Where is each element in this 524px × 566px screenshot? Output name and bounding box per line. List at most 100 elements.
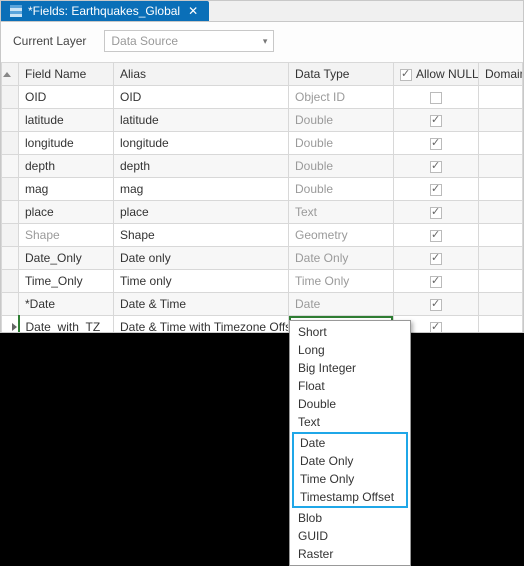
table-row[interactable]: depthdepthDouble: [2, 155, 523, 178]
table-row[interactable]: placeplaceText: [2, 201, 523, 224]
cell-field-name[interactable]: *Date: [19, 293, 114, 316]
datatype-option[interactable]: Text: [290, 413, 410, 431]
cell-domain[interactable]: [479, 270, 523, 293]
cell-field-name[interactable]: depth: [19, 155, 114, 178]
cell-data-type[interactable]: Double: [289, 109, 394, 132]
cell-alias[interactable]: Date & Time: [114, 293, 289, 316]
cell-allow-null[interactable]: [394, 270, 479, 293]
cell-field-name[interactable]: Time_Only: [19, 270, 114, 293]
row-header[interactable]: [2, 270, 19, 293]
checkbox[interactable]: [430, 138, 442, 150]
cell-domain[interactable]: [479, 224, 523, 247]
cell-alias[interactable]: Shape: [114, 224, 289, 247]
checkbox[interactable]: [430, 161, 442, 173]
row-header-corner[interactable]: [2, 63, 19, 86]
row-header[interactable]: [2, 316, 19, 333]
col-header-datatype[interactable]: Data Type: [289, 63, 394, 86]
cell-alias[interactable]: OID: [114, 86, 289, 109]
row-header[interactable]: [2, 109, 19, 132]
row-header[interactable]: [2, 224, 19, 247]
cell-allow-null[interactable]: [394, 224, 479, 247]
datatype-option[interactable]: Long: [290, 341, 410, 359]
cell-allow-null[interactable]: [394, 178, 479, 201]
table-row[interactable]: OIDOIDObject ID: [2, 86, 523, 109]
checkbox[interactable]: [430, 322, 442, 332]
cell-alias[interactable]: place: [114, 201, 289, 224]
cell-domain[interactable]: [479, 247, 523, 270]
cell-data-type[interactable]: Double: [289, 132, 394, 155]
row-header[interactable]: [2, 86, 19, 109]
table-row[interactable]: magmagDouble: [2, 178, 523, 201]
cell-field-name[interactable]: place: [19, 201, 114, 224]
datatype-option[interactable]: Date: [294, 434, 406, 452]
layer-select[interactable]: Data Source ▾: [104, 30, 274, 52]
cell-allow-null[interactable]: [394, 132, 479, 155]
checkbox[interactable]: [430, 253, 442, 265]
cell-field-name[interactable]: Shape: [19, 224, 114, 247]
table-row[interactable]: longitudelongitudeDouble: [2, 132, 523, 155]
cell-data-type[interactable]: Object ID: [289, 86, 394, 109]
cell-allow-null[interactable]: [394, 247, 479, 270]
tab-fields[interactable]: *Fields: Earthquakes_Global ✕: [1, 1, 209, 21]
datatype-option[interactable]: Blob: [290, 509, 410, 527]
cell-field-name[interactable]: longitude: [19, 132, 114, 155]
datatype-option[interactable]: Timestamp Offset: [294, 488, 406, 506]
cell-domain[interactable]: [479, 201, 523, 224]
row-header[interactable]: [2, 132, 19, 155]
datatype-dropdown[interactable]: ShortLongBig IntegerFloatDoubleText Date…: [289, 320, 411, 566]
cell-allow-null[interactable]: [394, 155, 479, 178]
datatype-option[interactable]: Time Only: [294, 470, 406, 488]
row-header[interactable]: [2, 293, 19, 316]
cell-data-type[interactable]: Double: [289, 178, 394, 201]
cell-alias[interactable]: depth: [114, 155, 289, 178]
col-header-domain[interactable]: Domain: [479, 63, 523, 86]
cell-field-name[interactable]: mag: [19, 178, 114, 201]
cell-alias[interactable]: Time only: [114, 270, 289, 293]
cell-alias[interactable]: Date & Time with Timezone Offset: [114, 316, 289, 333]
cell-data-type[interactable]: Time Only: [289, 270, 394, 293]
cell-data-type[interactable]: Geometry: [289, 224, 394, 247]
checkbox[interactable]: [430, 184, 442, 196]
cell-allow-null[interactable]: [394, 86, 479, 109]
cell-domain[interactable]: [479, 155, 523, 178]
cell-data-type[interactable]: Double: [289, 155, 394, 178]
datatype-option[interactable]: Date Only: [294, 452, 406, 470]
row-header[interactable]: [2, 247, 19, 270]
datatype-option[interactable]: Big Integer: [290, 359, 410, 377]
cell-field-name[interactable]: Date_with_TZ: [19, 316, 114, 333]
cell-domain[interactable]: [479, 86, 523, 109]
cell-field-name[interactable]: OID: [19, 86, 114, 109]
table-row[interactable]: latitudelatitudeDouble: [2, 109, 523, 132]
table-row[interactable]: Date_OnlyDate onlyDate Only: [2, 247, 523, 270]
cell-domain[interactable]: [479, 316, 523, 333]
cell-data-type[interactable]: Text: [289, 201, 394, 224]
checkbox[interactable]: [430, 115, 442, 127]
cell-domain[interactable]: [479, 178, 523, 201]
datatype-option[interactable]: Raster: [290, 545, 410, 563]
close-icon[interactable]: ✕: [185, 4, 201, 18]
row-header[interactable]: [2, 155, 19, 178]
cell-data-type[interactable]: Date: [289, 293, 394, 316]
cell-allow-null[interactable]: [394, 293, 479, 316]
cell-domain[interactable]: [479, 293, 523, 316]
cell-alias[interactable]: longitude: [114, 132, 289, 155]
table-row[interactable]: ShapeShapeGeometry: [2, 224, 523, 247]
checkbox[interactable]: [430, 92, 442, 104]
cell-alias[interactable]: latitude: [114, 109, 289, 132]
checkbox[interactable]: [430, 276, 442, 288]
table-row[interactable]: Time_OnlyTime onlyTime Only: [2, 270, 523, 293]
row-header[interactable]: [2, 201, 19, 224]
datatype-option[interactable]: Short: [290, 323, 410, 341]
cell-domain[interactable]: [479, 109, 523, 132]
col-header-fieldname[interactable]: Field Name: [19, 63, 114, 86]
checkbox[interactable]: [430, 230, 442, 242]
checkbox[interactable]: [430, 299, 442, 311]
cell-domain[interactable]: [479, 132, 523, 155]
cell-alias[interactable]: mag: [114, 178, 289, 201]
cell-data-type[interactable]: Date Only: [289, 247, 394, 270]
datatype-option[interactable]: Float: [290, 377, 410, 395]
cell-field-name[interactable]: Date_Only: [19, 247, 114, 270]
datatype-option[interactable]: Double: [290, 395, 410, 413]
col-header-alias[interactable]: Alias: [114, 63, 289, 86]
cell-field-name[interactable]: latitude: [19, 109, 114, 132]
